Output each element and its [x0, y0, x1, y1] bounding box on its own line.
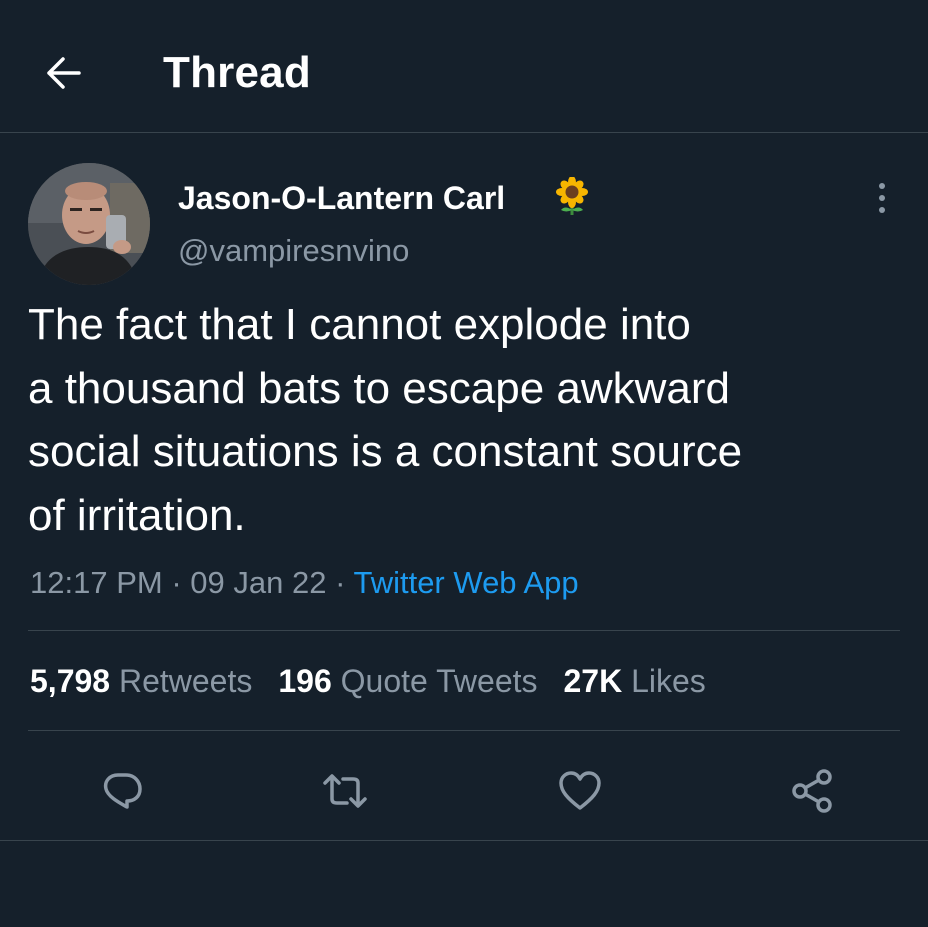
- quotes-stat[interactable]: 196 Quote Tweets: [278, 663, 537, 699]
- share-button[interactable]: [784, 763, 840, 819]
- meta-separator: ·: [335, 565, 346, 600]
- more-options-button[interactable]: [868, 181, 896, 215]
- meta-separator: ·: [171, 565, 182, 600]
- more-vertical-icon: [868, 181, 896, 215]
- tweet-text-line: a thousand bats to escape awkward: [28, 363, 731, 413]
- tweet-text: The fact that I cannot explode into a th…: [28, 293, 908, 547]
- tweet-time[interactable]: 12:17 PM: [30, 565, 163, 600]
- likes-stat[interactable]: 27K Likes: [564, 663, 706, 699]
- thread-header: Thread: [0, 0, 928, 133]
- page-title: Thread: [163, 48, 311, 97]
- retweets-label: Retweets: [118, 663, 253, 699]
- tweet-text-line: social situations is a constant source: [28, 427, 743, 476]
- quotes-count: 196: [278, 663, 332, 699]
- retweet-button[interactable]: [317, 763, 373, 819]
- divider: [28, 630, 900, 631]
- tweet-meta: 12:17 PM · 09 Jan 22 · Twitter Web App: [30, 563, 579, 603]
- reply-icon: [100, 769, 144, 813]
- tweet-text-line: of irritation.: [28, 490, 246, 540]
- tweet-stats: 5,798 Retweets 196 Quote Tweets 27K Likes: [30, 661, 706, 701]
- likes-count: 27K: [563, 663, 623, 699]
- author-display-name[interactable]: Jason-O-Lantern Carl: [178, 179, 505, 217]
- likes-label: Likes: [631, 663, 706, 699]
- retweets-count: 5,798: [30, 663, 111, 699]
- quotes-label: Quote Tweets: [340, 663, 538, 699]
- reply-button[interactable]: [94, 763, 150, 819]
- retweet-icon: [321, 769, 369, 813]
- share-icon: [789, 768, 835, 814]
- author-handle[interactable]: @vampiresnvino: [178, 233, 409, 269]
- avatar[interactable]: [28, 163, 150, 285]
- like-button[interactable]: [552, 763, 608, 819]
- divider: [0, 840, 928, 841]
- tweet-source-link[interactable]: Twitter Web App: [353, 565, 578, 600]
- arrow-left-icon: [43, 55, 83, 91]
- retweets-stat[interactable]: 5,798 Retweets: [30, 663, 252, 699]
- sunflower-emoji-icon: [553, 177, 591, 217]
- like-icon: [557, 770, 603, 812]
- tweet-date[interactable]: 09 Jan 22: [190, 565, 326, 600]
- tweet-text-line: The fact that I cannot explode into: [28, 300, 691, 349]
- back-button[interactable]: [38, 48, 88, 98]
- divider: [28, 730, 900, 731]
